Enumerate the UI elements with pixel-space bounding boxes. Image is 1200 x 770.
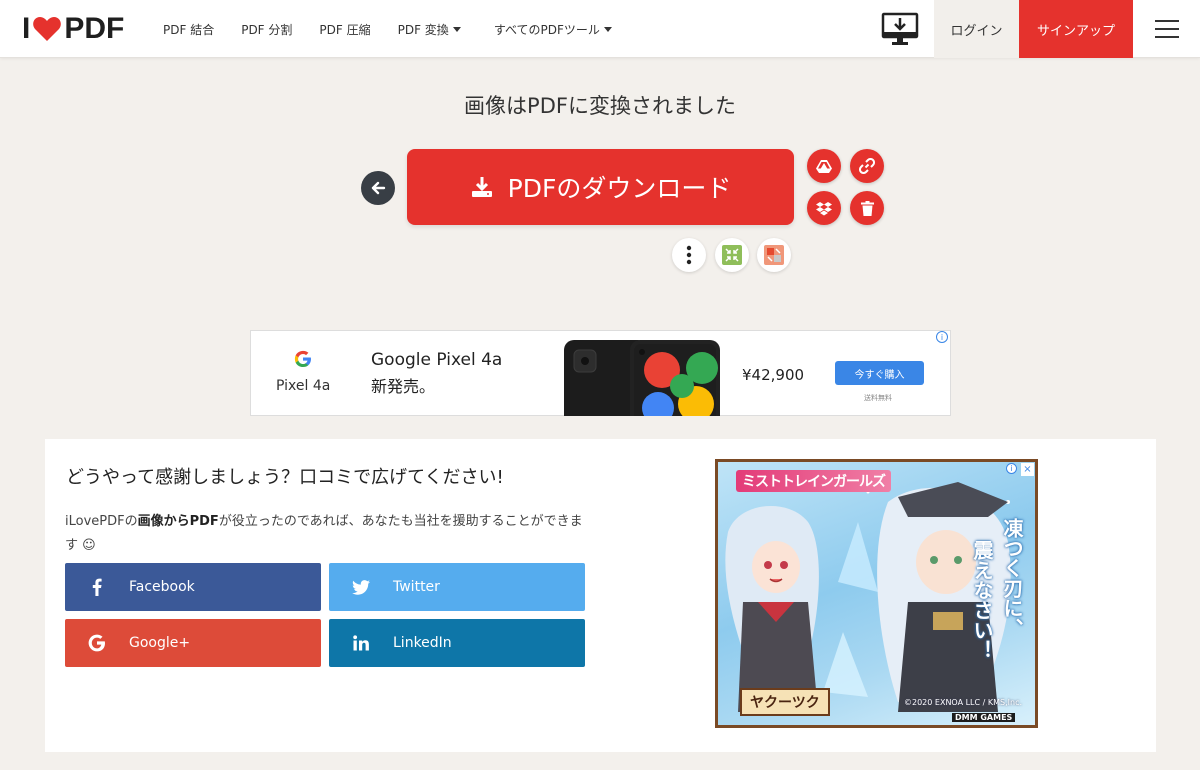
nav-label: PDF 変換	[397, 22, 449, 37]
arrow-left-icon	[371, 181, 386, 195]
pixel-phones-image	[564, 340, 720, 416]
google-drive-icon	[816, 160, 832, 173]
nav-label: すべてのPDFツール	[493, 22, 600, 37]
nav-label: PDF 結合	[163, 22, 215, 37]
facebook-icon	[92, 578, 102, 596]
game-ad-info-icon[interactable]: i	[1006, 463, 1017, 474]
twitter-icon	[352, 579, 370, 595]
more-options-button[interactable]	[672, 238, 706, 272]
share-link-button[interactable]	[850, 149, 884, 183]
share-twitter-button[interactable]: Twitter	[329, 563, 585, 611]
google-icon	[88, 634, 105, 652]
ad-buy-label: 今すぐ購入	[854, 369, 905, 381]
signup-label: サインアップ	[1036, 23, 1115, 39]
game-ad-title: ミストトレインガールズ	[736, 470, 891, 492]
google-label: Google+	[129, 635, 191, 651]
page-title: 画像はPDFに変換されました	[464, 94, 736, 118]
back-button[interactable]	[361, 171, 395, 205]
caret-down-icon	[603, 26, 612, 32]
download-label: PDFのダウンロード	[507, 174, 732, 203]
nav-split-pdf[interactable]: PDF 分割	[241, 21, 292, 38]
facebook-label: Facebook	[129, 579, 195, 595]
ad-info-icon[interactable]: i	[936, 331, 948, 343]
nav-compress-pdf[interactable]: PDF 圧縮	[319, 21, 370, 38]
compress-icon	[722, 245, 742, 265]
logo-text-pdf: PDF	[64, 12, 125, 45]
nav-label: PDF 分割	[241, 22, 293, 37]
save-to-drive-button[interactable]	[807, 149, 841, 183]
linkedin-icon	[353, 635, 369, 651]
dropbox-icon	[816, 201, 832, 215]
download-icon	[471, 177, 492, 197]
google-logo	[293, 349, 313, 375]
desc-tool-name: 画像からPDF	[137, 514, 219, 529]
game-ad-copyright: ©2020 EXNOA LLC / KMS,Inc.	[904, 698, 1023, 707]
login-button[interactable]: ログイン	[934, 0, 1019, 58]
game-ad-publisher: DMM GAMES	[952, 713, 1016, 722]
nav-convert-pdf[interactable]: PDF 変換	[398, 21, 461, 38]
delete-button[interactable]	[850, 191, 884, 225]
caret-down-icon	[452, 26, 461, 32]
ad-headline: Google Pixel 4a	[371, 350, 503, 370]
share-title: どうやって感謝しましょう？口コミで広げてください!	[66, 467, 504, 488]
more-vertical-icon	[686, 245, 692, 265]
nav-all-tools[interactable]: すべてのPDFツール	[494, 21, 612, 38]
trash-icon	[860, 200, 874, 216]
ad-buy-now-button[interactable]: 今すぐ購入	[835, 361, 924, 385]
game-ad-character-name: ヤクーツク	[740, 688, 830, 716]
game-ad-banner[interactable]: ミストトレインガールズ i × 凍つく刃に、 震えなさい！ ヤクーツク ©202…	[715, 459, 1038, 728]
signup-button[interactable]: サインアップ	[1019, 0, 1133, 58]
convert-pdf-button[interactable]	[757, 238, 791, 272]
desc-text: iLovePDFの	[65, 514, 138, 529]
twitter-label: Twitter	[393, 579, 440, 595]
compress-pdf-button[interactable]	[715, 238, 749, 272]
logo-text-i: I	[22, 12, 31, 45]
share-google-button[interactable]: Google+	[65, 619, 321, 667]
top-header: I PDF PDF 結合 PDF 分割 PDF 圧縮 PDF 変換 すべてのPD…	[0, 0, 1200, 58]
main-nav: PDF 結合 PDF 分割 PDF 圧縮 PDF 変換 すべてのPDFツール	[163, 0, 639, 58]
share-description: iLovePDFの画像からPDFが役立ったのであれば、あなたも当社を援助すること…	[65, 510, 585, 558]
save-to-dropbox-button[interactable]	[807, 191, 841, 225]
link-icon	[859, 158, 875, 174]
login-label: ログイン	[950, 23, 1003, 39]
heart-icon	[33, 17, 62, 41]
game-ad-close-icon[interactable]: ×	[1021, 463, 1034, 476]
ad-shipping-note: 送料無料	[864, 394, 892, 402]
nav-label: PDF 圧縮	[319, 22, 371, 37]
desktop-download-icon[interactable]	[880, 12, 920, 46]
nav-merge-pdf[interactable]: PDF 結合	[163, 21, 214, 38]
share-linkedin-button[interactable]: LinkedIn	[329, 619, 585, 667]
download-pdf-button[interactable]: PDFのダウンロード	[407, 149, 794, 225]
hamburger-menu-icon[interactable]	[1155, 20, 1179, 38]
ad-price: ¥42,900	[742, 366, 805, 384]
linkedin-label: LinkedIn	[393, 635, 452, 651]
game-ad-slogan-2: 震えなさい！	[970, 540, 994, 660]
ad-brand: Pixel 4a	[276, 378, 331, 394]
share-facebook-button[interactable]: Facebook	[65, 563, 321, 611]
ilovepdf-logo[interactable]: I PDF	[22, 12, 125, 45]
game-ad-slogan-1: 凍つく刃に、	[1000, 518, 1024, 638]
ad-subline: 新発売。	[371, 377, 436, 396]
convert-icon	[764, 245, 784, 265]
